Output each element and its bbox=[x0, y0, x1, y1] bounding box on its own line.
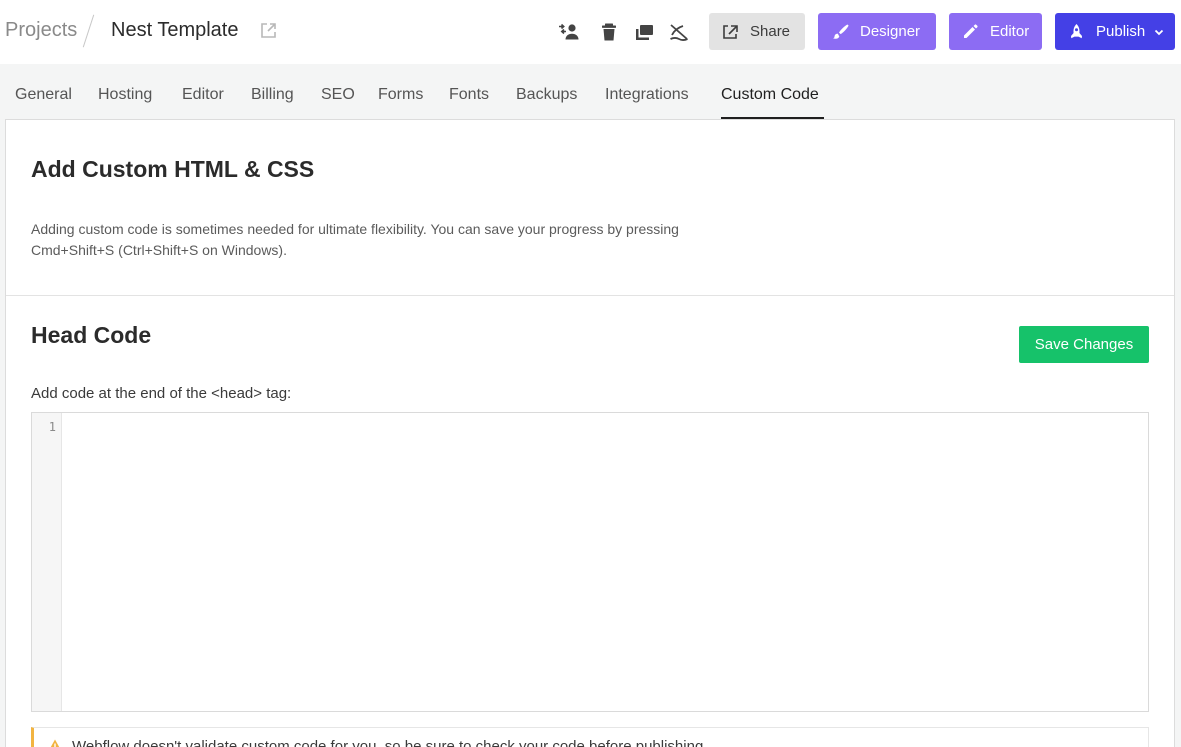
warning-text: Webflow doesn't validate custom code for… bbox=[72, 738, 708, 747]
duplicate-icon[interactable] bbox=[632, 20, 656, 44]
tab-custom-code[interactable]: Custom Code bbox=[721, 86, 819, 104]
external-link-icon[interactable] bbox=[260, 22, 277, 39]
head-code-title: Head Code bbox=[31, 322, 152, 348]
brush-icon bbox=[833, 24, 849, 39]
editor-button[interactable]: Editor bbox=[949, 13, 1042, 50]
top-bar: Projects Nest Template Share Designer Ed… bbox=[0, 0, 1181, 64]
custom-code-panel: Add Custom HTML & CSS Adding custom code… bbox=[5, 119, 1175, 747]
chevron-down-icon bbox=[1155, 29, 1164, 35]
rocket-icon bbox=[1071, 24, 1082, 39]
head-code-label: Add code at the end of the <head> tag: bbox=[31, 385, 292, 402]
tab-fonts[interactable]: Fonts bbox=[449, 86, 489, 104]
tab-forms[interactable]: Forms bbox=[378, 86, 423, 104]
line-number: 1 bbox=[48, 420, 56, 434]
custom-code-title: Add Custom HTML & CSS bbox=[31, 156, 315, 182]
share-button-label: Share bbox=[750, 23, 791, 40]
settings-tabs: General Hosting Editor Billing SEO Forms… bbox=[0, 64, 1181, 120]
save-changes-button[interactable]: Save Changes bbox=[1019, 326, 1149, 363]
trash-icon[interactable] bbox=[597, 20, 621, 44]
share-button[interactable]: Share bbox=[709, 13, 805, 50]
validation-warning: Webflow doesn't validate custom code for… bbox=[31, 727, 1149, 747]
pencil-icon bbox=[964, 24, 978, 38]
project-name: Nest Template bbox=[111, 19, 239, 41]
tab-backups[interactable]: Backups bbox=[516, 86, 577, 104]
line-gutter: 1 bbox=[32, 413, 62, 711]
designer-button[interactable]: Designer bbox=[818, 13, 936, 50]
editor-button-label: Editor bbox=[990, 23, 1030, 40]
custom-code-description: Adding custom code is sometimes needed f… bbox=[31, 221, 679, 258]
warning-icon bbox=[47, 738, 63, 747]
breadcrumb-separator bbox=[82, 14, 95, 48]
tab-general[interactable]: General bbox=[15, 86, 72, 104]
transfer-user-icon[interactable] bbox=[557, 20, 581, 44]
share-icon bbox=[723, 25, 738, 39]
designer-button-label: Designer bbox=[860, 23, 921, 40]
publish-button-label: Publish bbox=[1096, 23, 1146, 40]
tab-editor[interactable]: Editor bbox=[182, 86, 224, 104]
head-code-editor[interactable]: 1 bbox=[31, 412, 1149, 712]
unpublish-icon[interactable] bbox=[667, 20, 691, 44]
tab-integrations[interactable]: Integrations bbox=[605, 86, 689, 104]
tab-billing[interactable]: Billing bbox=[251, 86, 294, 104]
section-divider bbox=[6, 295, 1174, 296]
breadcrumb-projects-link[interactable]: Projects bbox=[5, 19, 77, 42]
tab-hosting[interactable]: Hosting bbox=[98, 86, 152, 104]
publish-button[interactable]: Publish bbox=[1055, 13, 1175, 50]
tab-seo[interactable]: SEO bbox=[321, 86, 355, 104]
